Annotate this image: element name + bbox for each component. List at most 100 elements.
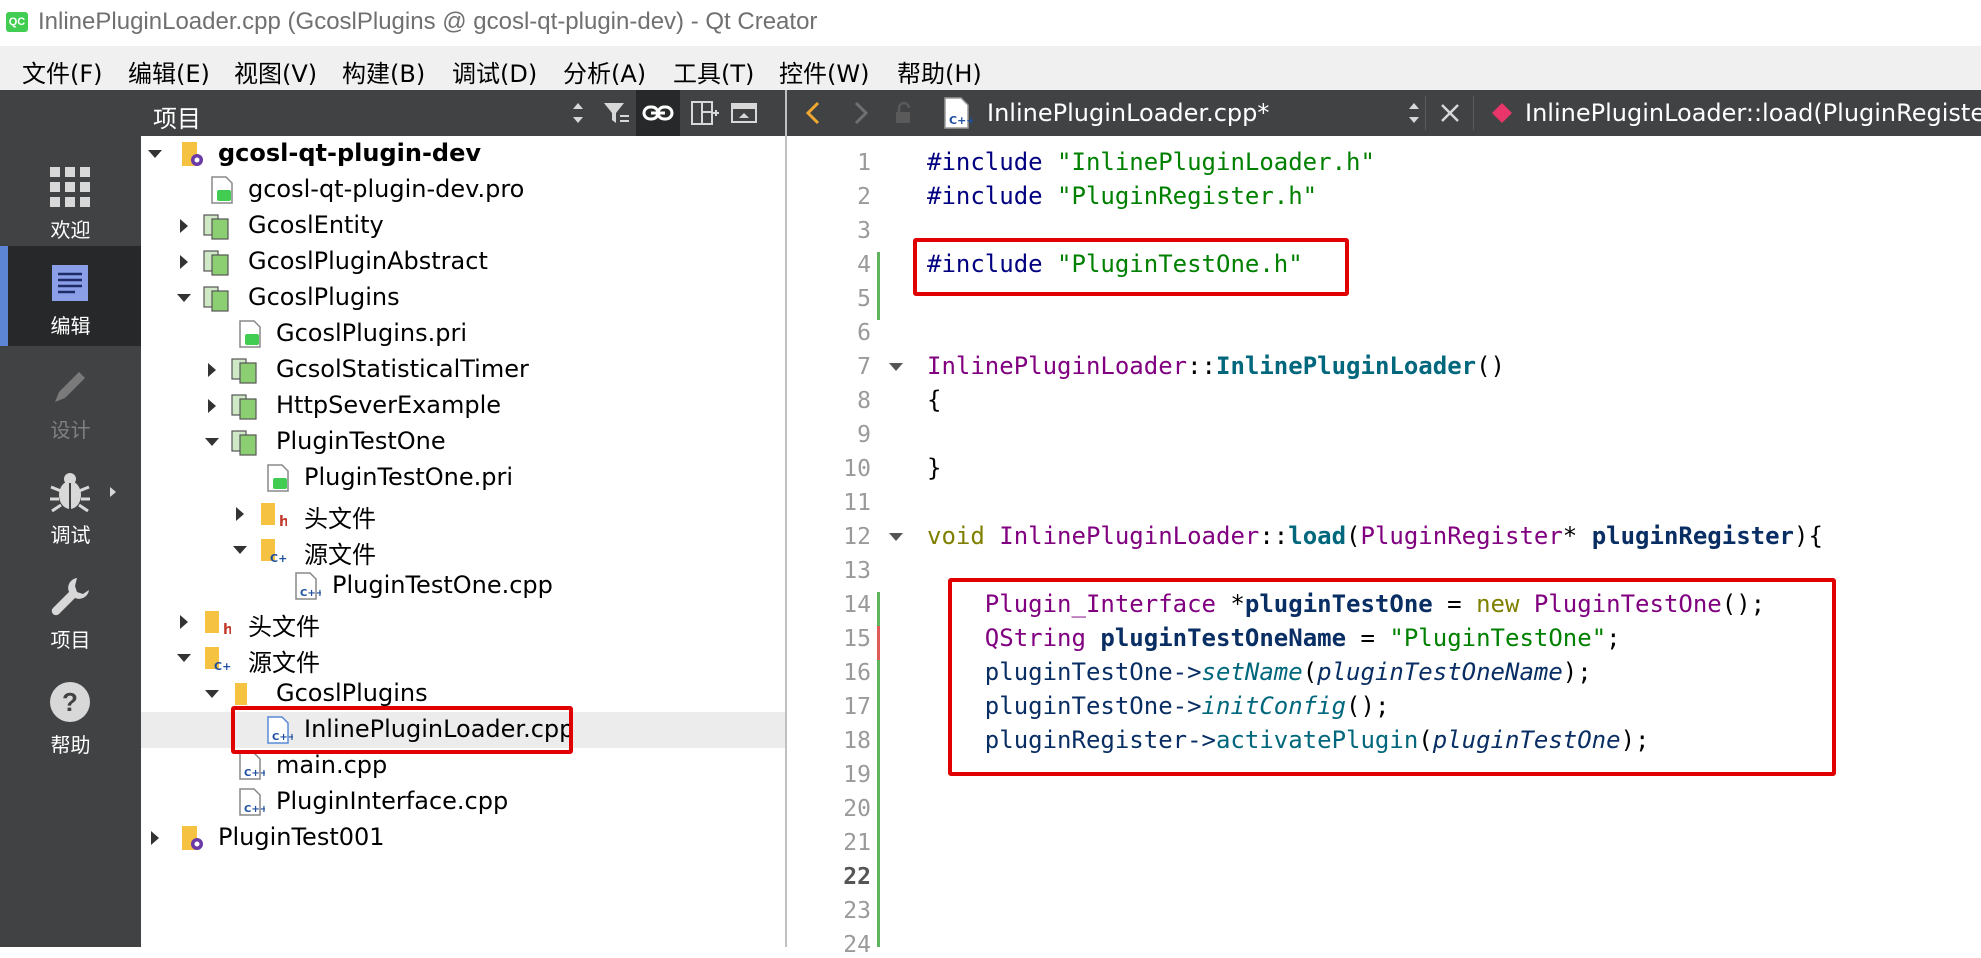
code-line: pluginTestOne->setName(pluginTestOneName… [927,658,1592,686]
tree-row[interactable]: GcoslPlugins [141,280,785,316]
view-select-icon[interactable] [561,96,595,130]
tree-row[interactable]: GcoslPluginAbstract [141,244,785,280]
tree-row[interactable]: gcosl-qt-plugin-dev.pro [141,172,785,208]
code-token: (); [1721,590,1766,618]
code-token: pluginRegister-> [927,726,1216,754]
expand-arrow-icon[interactable] [174,648,194,668]
collapsed-arrow-icon[interactable] [145,828,165,848]
line-number: 23 [843,898,871,924]
tree-row[interactable]: PluginTestOne [141,424,785,460]
link-icon [642,105,674,121]
subproject-icon [203,250,229,276]
lock-icon[interactable] [891,100,917,126]
tree-label: GcsolStatisticalTimer [276,355,529,383]
cpp-file-icon: C++ [267,716,293,744]
mode-help[interactable]: ? 帮助 [0,665,141,765]
back-arrow-icon[interactable] [801,100,827,126]
tree-row[interactable]: C++ 源文件 [141,640,785,677]
cpp-file-icon: C++ [944,97,973,129]
code-token: setName [1201,658,1303,686]
cpp-file-icon: C++ [239,788,265,816]
close-icon[interactable] [1435,98,1465,128]
tree-label: PluginTest001 [218,823,385,851]
menu-help[interactable]: 帮助(H) [897,54,982,89]
collapsed-arrow-icon[interactable] [174,252,194,272]
tree-row[interactable]: C++ PluginInterface.cpp [141,784,785,820]
expand-arrow-icon[interactable] [202,432,222,452]
line-number: 8 [857,388,871,414]
code-line: InlinePluginLoader::InlinePluginLoader() [927,352,1505,380]
menu-debug[interactable]: 调试(D) [452,54,537,89]
link-button[interactable] [636,90,680,136]
document-icon [52,265,88,301]
tree-row[interactable]: GcoslPlugins.pri [141,316,785,352]
tree-row[interactable]: HttpSeverExample [141,388,785,424]
split-icon[interactable] [687,96,721,130]
project-tree: gcosl-qt-plugin-dev gcosl-qt-plugin-dev.… [141,136,785,947]
forward-arrow-icon[interactable] [847,100,873,126]
mode-design[interactable]: 设计 [0,350,141,450]
tree-row[interactable]: PluginTestOne.pri [141,460,785,496]
collapsed-arrow-icon[interactable] [174,612,194,632]
tree-row[interactable]: PluginTest001 [141,820,785,856]
expand-arrow-icon[interactable] [202,684,222,704]
code-token: InlinePluginLoader [1216,352,1477,380]
filter-icon[interactable] [599,96,633,130]
project-icon [182,826,203,850]
code-token: "InlinePluginLoader.h" [1057,148,1375,176]
tree-row[interactable]: C++ PluginTestOne.cpp [141,568,785,604]
editor-file-label[interactable]: InlinePluginLoader.cpp* [987,99,1269,127]
tree-label: GcoslPlugins [276,679,428,707]
menu-controls[interactable]: 控件(W) [779,54,869,89]
menu-analyze[interactable]: 分析(A) [563,54,646,89]
source-folder-icon: C++ [261,539,287,565]
code-area[interactable]: #include "InlinePluginLoader.h" #include… [913,136,1981,947]
tree-row[interactable]: h 头文件 [141,604,785,641]
tree-label: gcosl-qt-plugin-dev.pro [248,175,525,203]
line-number: 24 [843,932,871,958]
collapsed-arrow-icon[interactable] [202,360,222,380]
tree-row-selected[interactable]: C++ InlinePluginLoader.cpp [141,712,785,748]
code-token: ( [1302,658,1318,686]
mode-welcome[interactable]: 欢迎 [0,150,141,250]
pencil-icon [55,372,85,402]
tree-row[interactable]: GcoslEntity [141,208,785,244]
tree-row[interactable]: h 头文件 [141,496,785,533]
menu-view[interactable]: 视图(V) [234,54,317,89]
menu-file[interactable]: 文件(F) [22,54,103,89]
collapsed-arrow-icon[interactable] [202,396,222,416]
code-token: pluginTestOne-> [927,692,1202,720]
collapsed-arrow-icon[interactable] [174,216,194,236]
code-token: #include [927,148,1058,176]
code-token: initConfig [1201,692,1347,720]
cpp-file-icon: C++ [295,572,321,600]
tree-row[interactable]: gcosl-qt-plugin-dev [141,136,785,172]
collapsed-arrow-icon[interactable] [230,504,250,524]
editor-toolbar: C++ InlinePluginLoader.cpp* InlinePlugin… [787,90,1981,136]
menu-tools[interactable]: 工具(T) [673,54,754,89]
line-number: 15 [843,626,871,652]
mode-edit[interactable]: 编辑 [0,246,141,346]
svg-text:?: ? [62,687,78,717]
tree-row[interactable]: C++ 源文件 [141,532,785,569]
fold-arrow-icon[interactable] [889,363,903,371]
fold-arrow-icon[interactable] [889,533,903,541]
expand-arrow-icon[interactable] [174,288,194,308]
mode-projects[interactable]: 项目 [0,560,141,660]
tree-row[interactable]: C++ main.cpp [141,748,785,784]
expand-arrow-icon [110,487,116,497]
tree-row[interactable]: GcoslPlugins [141,676,785,712]
mode-debug[interactable]: 调试 [0,455,141,555]
code-token: = [1432,590,1477,618]
menu-build[interactable]: 构建(B) [342,54,425,89]
code-token: #include [927,250,1058,278]
tree-row[interactable]: GcsolStatisticalTimer [141,352,785,388]
editor-symbol-label[interactable]: InlinePluginLoader::load(PluginRegister [1525,99,1981,127]
folder-icon [235,683,247,705]
expand-arrow-icon[interactable] [145,144,165,164]
close-panel-icon[interactable] [727,96,761,130]
code-line: Plugin_Interface *pluginTestOne = new Pl… [927,590,1765,618]
expand-arrow-icon[interactable] [230,540,250,560]
menu-edit[interactable]: 编辑(E) [128,54,210,89]
code-token: ); [1562,658,1592,686]
